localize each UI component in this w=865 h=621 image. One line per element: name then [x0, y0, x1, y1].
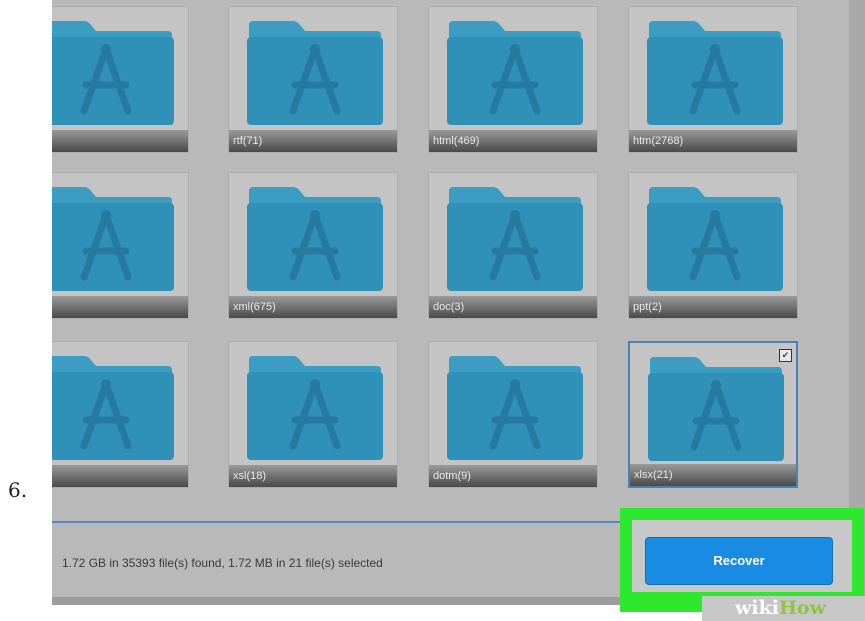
folder-tile[interactable]: html(469)	[428, 6, 598, 153]
watermark-wiki: wiki	[735, 597, 779, 619]
folder-tile[interactable]: xlsx(21) ✔	[628, 341, 798, 488]
recover-button[interactable]: Recover	[645, 537, 833, 585]
folder-label: (428)	[52, 465, 188, 487]
folder-label: ppt(2)	[629, 296, 797, 318]
watermark-how: How	[778, 597, 826, 619]
app-folder-icon	[52, 185, 176, 293]
app-folder-icon	[645, 185, 785, 293]
folder-tile[interactable]: doc(3)	[428, 172, 598, 319]
app-folder-icon	[245, 185, 385, 293]
folder-tile[interactable]: xml(675)	[228, 172, 398, 319]
folder-label: xlsx(21)	[630, 464, 796, 486]
status-text: 1.72 GB in 35393 file(s) found, 1.72 MB …	[62, 556, 383, 570]
app-folder-icon	[245, 354, 385, 462]
folder-tile[interactable]: ppt(2)	[628, 172, 798, 319]
app-folder-icon	[245, 19, 385, 127]
app-folder-icon	[445, 354, 585, 462]
folder-label: htm(2768)	[629, 130, 797, 152]
folder-label: x(56)	[52, 296, 188, 318]
app-folder-icon	[646, 355, 786, 463]
folder-tile[interactable]: htm(2768)	[628, 6, 798, 153]
folder-label: html(469)	[429, 130, 597, 152]
folder-label: rtf(71)	[229, 130, 397, 152]
app-folder-icon	[445, 185, 585, 293]
wikihow-watermark: wikiHow	[735, 596, 826, 621]
app-folder-icon	[645, 19, 785, 127]
app-folder-icon	[52, 19, 176, 127]
folder-label: dotm(9)	[429, 465, 597, 487]
folder-label: xml(675)	[229, 296, 397, 318]
selection-checkbox[interactable]: ✔	[779, 349, 792, 362]
folder-label: xsl(18)	[229, 465, 397, 487]
folder-tile[interactable]: (428)	[52, 341, 189, 488]
folder-label: 1696)	[52, 130, 188, 152]
folder-tile[interactable]: rtf(71)	[228, 6, 398, 153]
folder-tile[interactable]: xsl(18)	[228, 341, 398, 488]
app-folder-icon	[52, 354, 176, 462]
folder-tile[interactable]: dotm(9)	[428, 341, 598, 488]
folder-label: doc(3)	[429, 296, 597, 318]
app-folder-icon	[445, 19, 585, 127]
folder-tile[interactable]: 1696)	[52, 6, 189, 153]
folder-tile[interactable]: x(56)	[52, 172, 189, 319]
step-number: 6.	[8, 478, 28, 502]
